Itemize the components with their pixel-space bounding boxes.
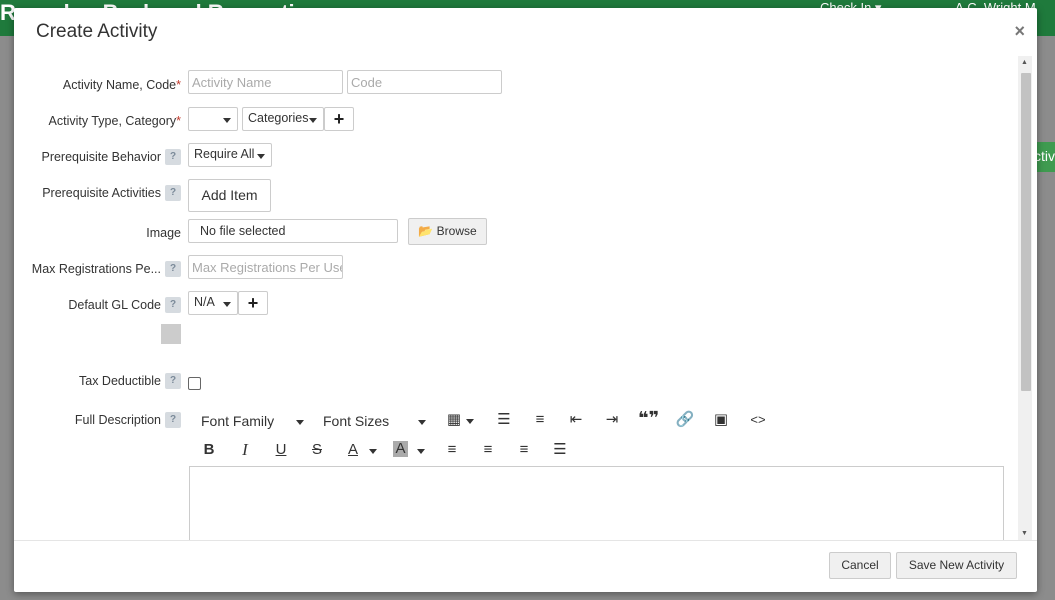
gl-code-label: Default GL Code	[68, 298, 161, 312]
chevron-down-icon[interactable]	[369, 449, 377, 454]
description-editor[interactable]	[189, 466, 1004, 540]
font-sizes-dropdown[interactable]: Font Sizes	[323, 413, 389, 429]
color-swatch[interactable]	[161, 324, 181, 344]
ordered-list-icon[interactable]: ≡	[530, 412, 550, 428]
modal-title: Create Activity	[36, 21, 158, 42]
background-color-icon[interactable]: A	[393, 441, 408, 457]
justify-icon[interactable]: ☰	[550, 442, 570, 458]
tax-deductible-label: Tax Deductible	[79, 374, 161, 388]
prereq-behavior-select[interactable]: Require All	[188, 143, 272, 167]
tax-deductible-checkbox[interactable]	[188, 377, 201, 390]
modal-body: Activity Name, Code* Activity Name Code …	[14, 54, 1022, 540]
browse-button[interactable]: 📂 Browse	[408, 218, 487, 245]
scroll-down-icon[interactable]: ▼	[1021, 530, 1028, 537]
code-input[interactable]: Code	[347, 70, 502, 94]
create-activity-modal: Create Activity × Activity Name, Code* A…	[14, 8, 1037, 592]
link-icon[interactable]: 🔗	[675, 412, 695, 428]
full-description-label: Full Description	[74, 413, 161, 427]
folder-icon: 📂	[418, 224, 434, 238]
add-category-button[interactable]: +	[324, 107, 354, 131]
save-new-activity-button[interactable]: Save New Activity	[896, 552, 1017, 579]
chevron-down-icon[interactable]	[296, 420, 304, 425]
modal-header: Create Activity ×	[14, 8, 1037, 54]
table-icon[interactable]: ▦	[445, 412, 463, 428]
underline-icon[interactable]: U	[272, 442, 290, 458]
activity-type-select[interactable]	[188, 107, 238, 131]
indent-icon[interactable]: ⇥	[602, 412, 622, 428]
align-center-icon[interactable]: ≡	[478, 442, 498, 458]
add-gl-code-button[interactable]: +	[238, 291, 268, 315]
chevron-down-icon[interactable]	[417, 449, 425, 454]
help-icon[interactable]: ?	[165, 261, 181, 277]
image-icon[interactable]: ▣	[711, 412, 731, 428]
scroll-thumb[interactable]	[1021, 73, 1031, 391]
scroll-up-icon[interactable]: ▲	[1021, 59, 1028, 66]
close-icon[interactable]: ×	[1014, 22, 1025, 40]
max-registrations-input[interactable]: Max Registrations Per User	[188, 255, 343, 279]
add-item-button[interactable]: Add Item	[188, 179, 271, 212]
prereq-activities-label: Prerequisite Activities	[42, 186, 161, 200]
text-color-icon[interactable]: A	[344, 442, 362, 458]
chevron-down-icon	[223, 118, 231, 123]
activity-type-label: Activity Type, Category*	[48, 114, 181, 128]
required-marker: *	[176, 78, 181, 92]
activity-name-input[interactable]: Activity Name	[188, 70, 343, 94]
image-label: Image	[146, 226, 181, 240]
modal-scrollbar[interactable]: ▲ ▼	[1018, 56, 1032, 540]
modal-footer: Cancel Save New Activity	[14, 540, 1037, 592]
category-select[interactable]: Categories	[242, 107, 324, 131]
activity-name-label: Activity Name, Code*	[62, 78, 181, 92]
chevron-down-icon[interactable]	[466, 419, 474, 424]
outdent-icon[interactable]: ⇤	[566, 412, 586, 428]
cancel-button[interactable]: Cancel	[829, 552, 891, 579]
code-icon[interactable]: <>	[747, 412, 769, 428]
help-icon[interactable]: ?	[165, 185, 181, 201]
required-marker: *	[176, 114, 181, 128]
bold-icon[interactable]: B	[200, 442, 218, 458]
help-icon[interactable]: ?	[165, 412, 181, 428]
help-icon[interactable]: ?	[165, 297, 181, 313]
image-file-field[interactable]: No file selected	[188, 219, 398, 243]
strikethrough-icon[interactable]: S	[308, 442, 326, 458]
unordered-list-icon[interactable]: ☰	[494, 412, 514, 428]
chevron-down-icon	[257, 154, 265, 159]
prereq-behavior-label: Prerequisite Behavior	[41, 150, 161, 164]
max-registrations-label: Max Registrations Pe...	[31, 262, 161, 276]
chevron-down-icon	[309, 118, 317, 123]
help-icon[interactable]: ?	[165, 149, 181, 165]
align-left-icon[interactable]: ≡	[442, 442, 462, 458]
align-right-icon[interactable]: ≡	[514, 442, 534, 458]
chevron-down-icon[interactable]	[418, 420, 426, 425]
help-icon[interactable]: ?	[165, 373, 181, 389]
quote-icon[interactable]: ❝❞	[638, 409, 659, 427]
italic-icon[interactable]: I	[236, 441, 254, 458]
gl-code-select[interactable]: N/A	[188, 291, 238, 315]
font-family-dropdown[interactable]: Font Family	[201, 413, 274, 429]
chevron-down-icon	[223, 302, 231, 307]
